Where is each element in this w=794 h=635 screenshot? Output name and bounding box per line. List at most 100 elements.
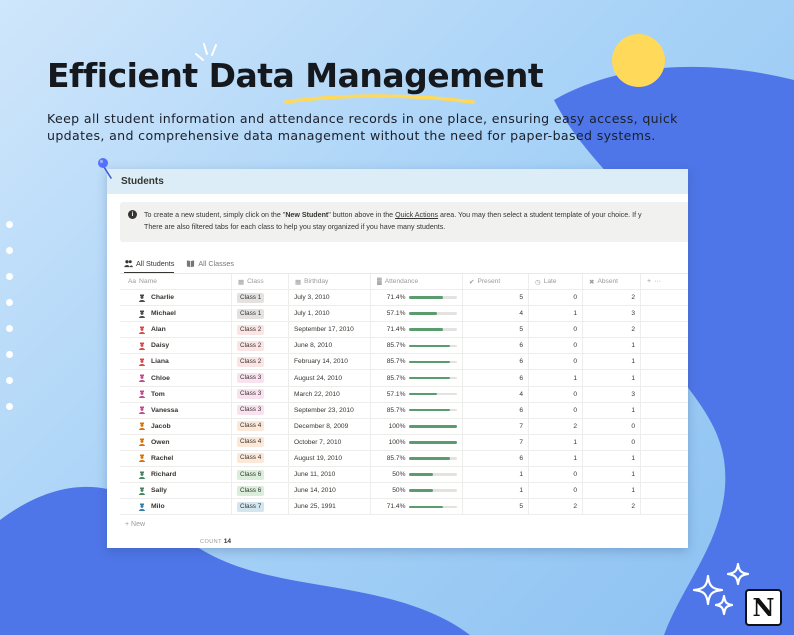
cell-name[interactable]: Milo	[120, 499, 232, 515]
column-header-class[interactable]: ▦ Class	[232, 274, 289, 289]
cell-class[interactable]: Class 7	[232, 499, 289, 515]
quick-actions-link[interactable]: Quick Actions	[395, 211, 438, 219]
column-header-attendance[interactable]: ▓ Attendance	[371, 274, 463, 289]
cell-late[interactable]: 0	[529, 467, 583, 483]
cell-attendance[interactable]: 85.7%	[371, 338, 463, 354]
table-row[interactable]: Tom Class 3 March 22, 2010 57.1% 4 0 3	[120, 386, 688, 403]
cell-absent[interactable]: 1	[583, 370, 641, 386]
cell-birthday[interactable]: August 24, 2010	[289, 370, 371, 386]
column-header-name[interactable]: Aa Name	[120, 274, 232, 289]
cell-class[interactable]: Class 3	[232, 370, 289, 386]
cell-late[interactable]: 2	[529, 418, 583, 434]
add-column-button[interactable]: +	[647, 278, 651, 285]
cell-class[interactable]: Class 2	[232, 338, 289, 354]
cell-class[interactable]: Class 1	[232, 306, 289, 322]
cell-birthday[interactable]: October 7, 2010	[289, 434, 371, 450]
table-row[interactable]: Richard Class 6 June 11, 2010 50% 1 0 1	[120, 467, 688, 484]
cell-present[interactable]: 1	[463, 467, 529, 483]
cell-class[interactable]: Class 3	[232, 402, 289, 418]
cell-birthday[interactable]: June 25, 1991	[289, 499, 371, 515]
cell-absent[interactable]: 1	[583, 450, 641, 467]
cell-attendance[interactable]: 71.4%	[371, 322, 463, 338]
cell-birthday[interactable]: September 23, 2010	[289, 402, 371, 418]
cell-late[interactable]: 0	[529, 386, 583, 402]
cell-attendance[interactable]: 85.7%	[371, 354, 463, 370]
cell-late[interactable]: 0	[529, 402, 583, 418]
cell-attendance[interactable]: 71.4%	[371, 499, 463, 515]
cell-late[interactable]: 1	[529, 434, 583, 450]
cell-name[interactable]: Rachel	[120, 450, 232, 467]
cell-absent[interactable]: 2	[583, 290, 641, 306]
table-row[interactable]: Milo Class 7 June 25, 1991 71.4% 5 2 2	[120, 499, 688, 516]
table-row[interactable]: Sally Class 6 June 14, 2010 50% 1 0 1	[120, 483, 688, 500]
cell-name[interactable]: Richard	[120, 467, 232, 483]
cell-name[interactable]: Charlie	[120, 290, 232, 306]
cell-name[interactable]: Tom	[120, 386, 232, 402]
cell-present[interactable]: 7	[463, 418, 529, 434]
cell-birthday[interactable]: June 11, 2010	[289, 467, 371, 483]
table-row[interactable]: Alan Class 2 September 17, 2010 71.4% 5 0 2	[120, 322, 688, 339]
cell-present[interactable]: 5	[463, 290, 529, 306]
cell-present[interactable]: 4	[463, 386, 529, 402]
cell-class[interactable]: Class 4	[232, 450, 289, 467]
cell-absent[interactable]: 3	[583, 306, 641, 322]
cell-birthday[interactable]: June 8, 2010	[289, 338, 371, 354]
column-header-present[interactable]: ✔ Present	[463, 274, 529, 289]
cell-name[interactable]: Sally	[120, 483, 232, 499]
cell-class[interactable]: Class 4	[232, 434, 289, 450]
table-row[interactable]: Charlie Class 1 July 3, 2010 71.4% 5 0 2	[120, 290, 688, 307]
cell-attendance[interactable]: 100%	[371, 418, 463, 434]
table-row[interactable]: Liana Class 2 February 14, 2010 85.7% 6 0 1	[120, 354, 688, 371]
cell-present[interactable]: 5	[463, 322, 529, 338]
cell-class[interactable]: Class 4	[232, 418, 289, 434]
cell-late[interactable]: 0	[529, 483, 583, 499]
table-row[interactable]: Michael Class 1 July 1, 2010 57.1% 4 1 3	[120, 306, 688, 323]
table-row[interactable]: Vanessa Class 3 September 23, 2010 85.7% 6 0 1	[120, 402, 688, 419]
table-row[interactable]: Jacob Class 4 December 8, 2009 100% 7 2 0	[120, 418, 688, 435]
cell-present[interactable]: 4	[463, 306, 529, 322]
cell-name[interactable]: Jacob	[120, 418, 232, 434]
cell-attendance[interactable]: 50%	[371, 483, 463, 499]
cell-attendance[interactable]: 50%	[371, 467, 463, 483]
table-row[interactable]: Daisy Class 2 June 8, 2010 85.7% 6 0 1	[120, 338, 688, 355]
cell-late[interactable]: 1	[529, 450, 583, 467]
tab-all-classes[interactable]: All Classes	[186, 258, 234, 273]
cell-late[interactable]: 2	[529, 499, 583, 515]
cell-name[interactable]: Vanessa	[120, 402, 232, 418]
cell-late[interactable]: 0	[529, 338, 583, 354]
cell-birthday[interactable]: July 3, 2010	[289, 290, 371, 306]
cell-birthday[interactable]: February 14, 2010	[289, 354, 371, 370]
cell-absent[interactable]: 3	[583, 386, 641, 402]
cell-name[interactable]: Daisy	[120, 338, 232, 354]
cell-absent[interactable]: 1	[583, 338, 641, 354]
table-row[interactable]: Owen Class 4 October 7, 2010 100% 7 1 0	[120, 434, 688, 451]
cell-birthday[interactable]: March 22, 2010	[289, 386, 371, 402]
cell-attendance[interactable]: 100%	[371, 434, 463, 450]
cell-present[interactable]: 6	[463, 450, 529, 467]
cell-absent[interactable]: 1	[583, 354, 641, 370]
cell-absent[interactable]: 2	[583, 499, 641, 515]
cell-attendance[interactable]: 85.7%	[371, 370, 463, 386]
cell-absent[interactable]: 1	[583, 467, 641, 483]
cell-absent[interactable]: 1	[583, 483, 641, 499]
cell-attendance[interactable]: 57.1%	[371, 386, 463, 402]
column-header-late[interactable]: ◷ Late	[529, 274, 583, 289]
cell-class[interactable]: Class 2	[232, 322, 289, 338]
new-row-button[interactable]: + New	[125, 521, 145, 528]
cell-attendance[interactable]: 85.7%	[371, 450, 463, 467]
column-header-absent[interactable]: ✖ Absent	[583, 274, 641, 289]
cell-present[interactable]: 6	[463, 338, 529, 354]
cell-birthday[interactable]: December 8, 2009	[289, 418, 371, 434]
more-options-button[interactable]: ···	[654, 278, 661, 285]
cell-late[interactable]: 0	[529, 322, 583, 338]
cell-name[interactable]: Owen	[120, 434, 232, 450]
table-row[interactable]: Rachel Class 4 August 19, 2010 85.7% 6 1 1	[120, 450, 688, 468]
cell-name[interactable]: Michael	[120, 306, 232, 322]
cell-late[interactable]: 1	[529, 370, 583, 386]
cell-absent[interactable]: 0	[583, 434, 641, 450]
cell-name[interactable]: Chloe	[120, 370, 232, 386]
cell-birthday[interactable]: September 17, 2010	[289, 322, 371, 338]
cell-birthday[interactable]: August 19, 2010	[289, 450, 371, 467]
cell-present[interactable]: 6	[463, 354, 529, 370]
cell-attendance[interactable]: 85.7%	[371, 402, 463, 418]
